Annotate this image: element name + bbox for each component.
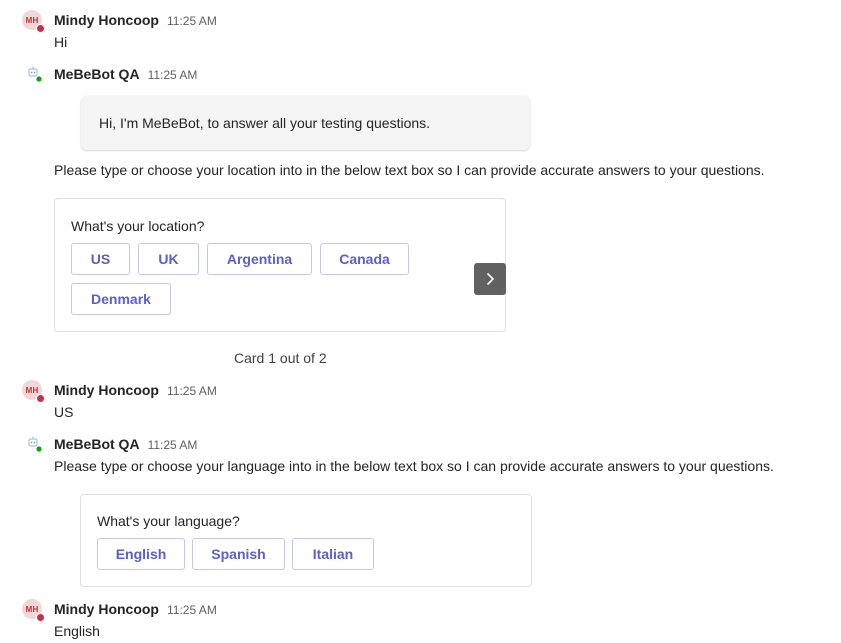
message-text: Please type or choose your location into… <box>54 162 765 178</box>
carousel-next-button[interactable] <box>474 263 506 295</box>
choice-button-argentina[interactable]: Argentina <box>207 243 312 275</box>
message-text: English <box>54 623 100 639</box>
chevron-right-icon <box>486 272 495 286</box>
sender-name[interactable]: MeBeBot QA <box>54 66 140 82</box>
sender-name[interactable]: MeBeBot QA <box>54 436 140 452</box>
timestamp: 11:25 AM <box>147 438 198 452</box>
sender-name[interactable]: Mindy Honcoop <box>54 382 159 398</box>
choice-button-denmark[interactable]: Denmark <box>71 283 171 315</box>
message-header: Mindy Honcoop 11:25 AM <box>54 601 217 617</box>
message-text: Hi <box>54 34 68 50</box>
sender-name[interactable]: Mindy Honcoop <box>54 12 159 28</box>
choice-button-us[interactable]: US <box>71 243 130 275</box>
choice-button-uk[interactable]: UK <box>138 243 199 275</box>
message-text: US <box>54 404 74 420</box>
timestamp: 11:25 AM <box>167 603 217 617</box>
choice-button-english[interactable]: English <box>97 538 185 570</box>
avatar[interactable]: MH <box>22 380 45 403</box>
presence-busy-indicator <box>36 613 45 622</box>
presence-busy-indicator <box>36 394 45 403</box>
carousel-counter: Card 1 out of 2 <box>234 350 327 366</box>
bubble-text: Hi, I'm MeBeBot, to answer all your test… <box>99 115 431 131</box>
message-header: MeBeBot QA 11:25 AM <box>54 66 197 82</box>
language-card: What's your language? English Spanish It… <box>80 494 532 587</box>
bot-icon[interactable] <box>24 434 44 454</box>
bot-icon[interactable] <box>24 64 44 84</box>
avatar[interactable]: MH <box>22 10 45 33</box>
message-header: Mindy Honcoop 11:25 AM <box>54 382 217 398</box>
choice-button-italian[interactable]: Italian <box>292 538 374 570</box>
avatar[interactable]: MH <box>22 599 45 622</box>
message-header: MeBeBot QA 11:25 AM <box>54 436 197 452</box>
timestamp: 11:25 AM <box>167 14 217 28</box>
presence-busy-indicator <box>36 24 45 33</box>
card-question: What's your location? <box>71 218 205 234</box>
timestamp: 11:25 AM <box>147 68 198 82</box>
choice-button-canada[interactable]: Canada <box>320 243 409 275</box>
card-question: What's your language? <box>97 513 240 529</box>
message-header: Mindy Honcoop 11:25 AM <box>54 12 217 28</box>
timestamp: 11:25 AM <box>167 384 217 398</box>
message-text: Please type or choose your language into… <box>54 458 774 474</box>
choice-button-spanish[interactable]: Spanish <box>192 538 285 570</box>
message-bubble: Hi, I'm MeBeBot, to answer all your test… <box>81 96 530 150</box>
location-card: What's your location? US UK Argentina Ca… <box>54 198 506 332</box>
sender-name[interactable]: Mindy Honcoop <box>54 601 159 617</box>
